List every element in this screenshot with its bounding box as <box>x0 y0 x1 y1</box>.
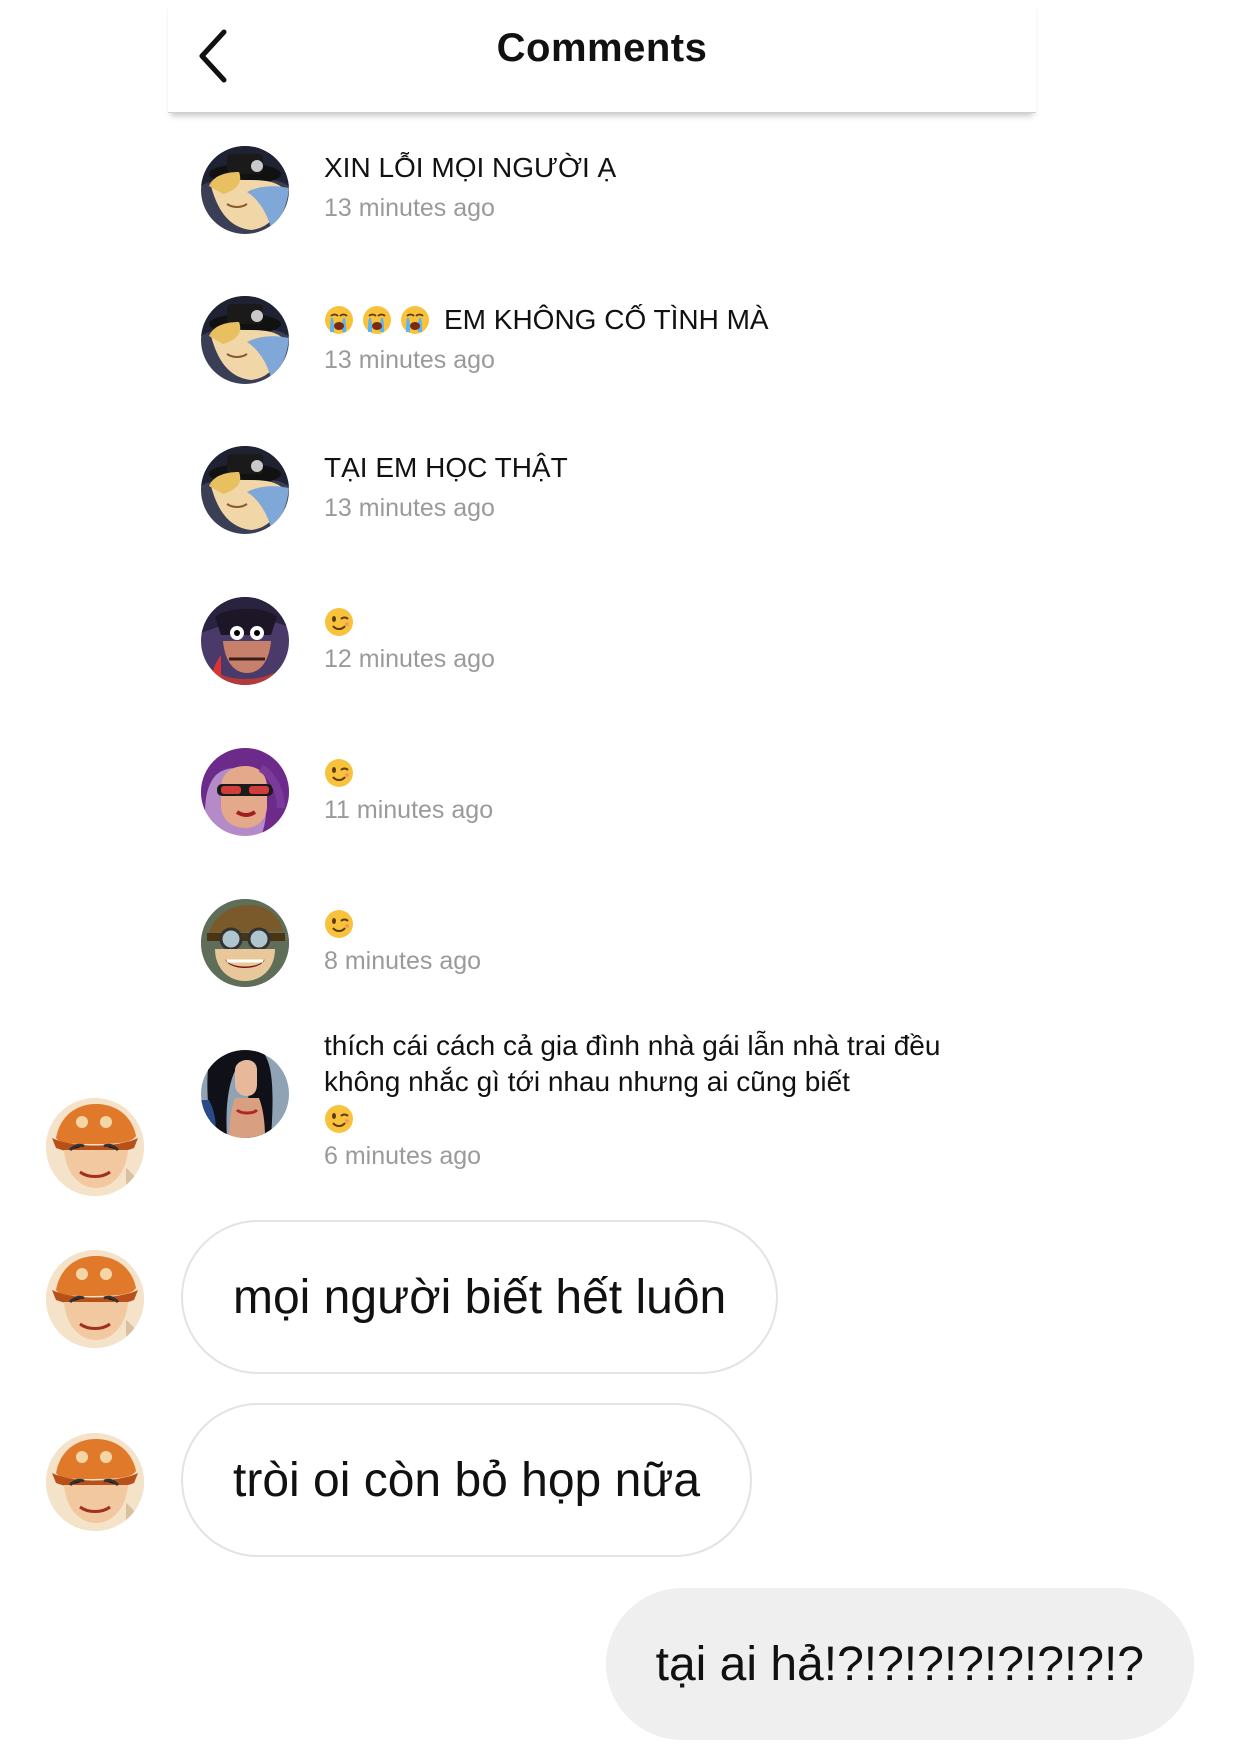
avatar[interactable] <box>201 899 289 987</box>
comment-text-content: EM KHÔNG CỐ TÌNH MÀ <box>444 304 769 335</box>
avatar[interactable] <box>201 748 289 836</box>
avatar[interactable] <box>201 1050 289 1138</box>
comment-text: TẠI EM HỌC THẬT <box>324 450 1004 486</box>
comment-text <box>324 607 1004 637</box>
comment-body: 12 minutes ago <box>324 607 1004 674</box>
page-title: Comments <box>496 26 708 70</box>
message-text: tròi oi còn bỏ họp nữa <box>233 1453 701 1507</box>
incoming-message-bubble[interactable]: mọi người biết hết luôn <box>181 1220 779 1374</box>
comment-timestamp: 13 minutes ago <box>324 346 495 374</box>
avatar[interactable] <box>46 1250 144 1348</box>
crying-emoji-icon <box>362 305 392 335</box>
message-text: mọi người biết hết luôn <box>233 1270 727 1324</box>
crying-emoji-icon <box>324 305 354 335</box>
outgoing-message-bubble[interactable]: tại ai hả!?!?!?!?!?!?!?!? <box>605 1588 1194 1740</box>
winking-emoji-icon <box>324 607 354 637</box>
comment-timestamp: 12 minutes ago <box>324 645 495 673</box>
comments-header: Comments <box>168 0 1036 113</box>
avatar[interactable] <box>201 296 289 384</box>
comment-emoji-row <box>324 1104 1004 1134</box>
comment-text: XIN LỖI MỌI NGƯỜI Ạ <box>324 150 1004 186</box>
comment-text: EM KHÔNG CỐ TÌNH MÀ <box>324 302 1004 338</box>
avatar[interactable] <box>201 446 289 534</box>
comment-text <box>324 758 1004 788</box>
avatar[interactable] <box>201 597 289 685</box>
comment-text-content: TẠI EM HỌC THẬT <box>324 452 568 483</box>
comment-body: 11 minutes ago <box>324 758 1004 825</box>
comment-timestamp: 11 minutes ago <box>324 796 494 824</box>
comment-timestamp: 6 minutes ago <box>324 1142 482 1170</box>
comment-body: XIN LỖI MỌI NGƯỜI Ạ 13 minutes ago <box>324 150 1004 223</box>
comment-body: 8 minutes ago <box>324 909 1004 976</box>
winking-emoji-icon <box>324 1104 354 1134</box>
comment-text-content: thích cái cách cả gia đình nhà gái lẫn n… <box>324 1030 941 1097</box>
comment-text: thích cái cách cả gia đình nhà gái lẫn n… <box>324 1028 1004 1100</box>
comment-timestamp: 13 minutes ago <box>324 194 495 222</box>
incoming-message-bubble[interactable]: tròi oi còn bỏ họp nữa <box>181 1403 753 1557</box>
comment-timestamp: 13 minutes ago <box>324 494 495 522</box>
crying-emoji-icon <box>400 305 430 335</box>
comment-body: TẠI EM HỌC THẬT 13 minutes ago <box>324 450 1004 523</box>
comment-body: thích cái cách cả gia đình nhà gái lẫn n… <box>324 1028 1004 1171</box>
comment-body: EM KHÔNG CỐ TÌNH MÀ 13 minutes ago <box>324 302 1004 375</box>
avatar[interactable] <box>46 1098 144 1196</box>
comment-text-content: XIN LỖI MỌI NGƯỜI Ạ <box>324 152 617 183</box>
winking-emoji-icon <box>324 758 354 788</box>
comment-text <box>324 909 1004 939</box>
avatar[interactable] <box>201 146 289 234</box>
comment-timestamp: 8 minutes ago <box>324 947 482 975</box>
message-text: tại ai hả!?!?!?!?!?!?!?!? <box>655 1637 1144 1691</box>
avatar[interactable] <box>46 1433 144 1531</box>
winking-emoji-icon <box>324 909 354 939</box>
comments-card: Comments XIN LỖI MỌI NGƯỜI Ạ 13 minutes … <box>168 0 1036 1190</box>
